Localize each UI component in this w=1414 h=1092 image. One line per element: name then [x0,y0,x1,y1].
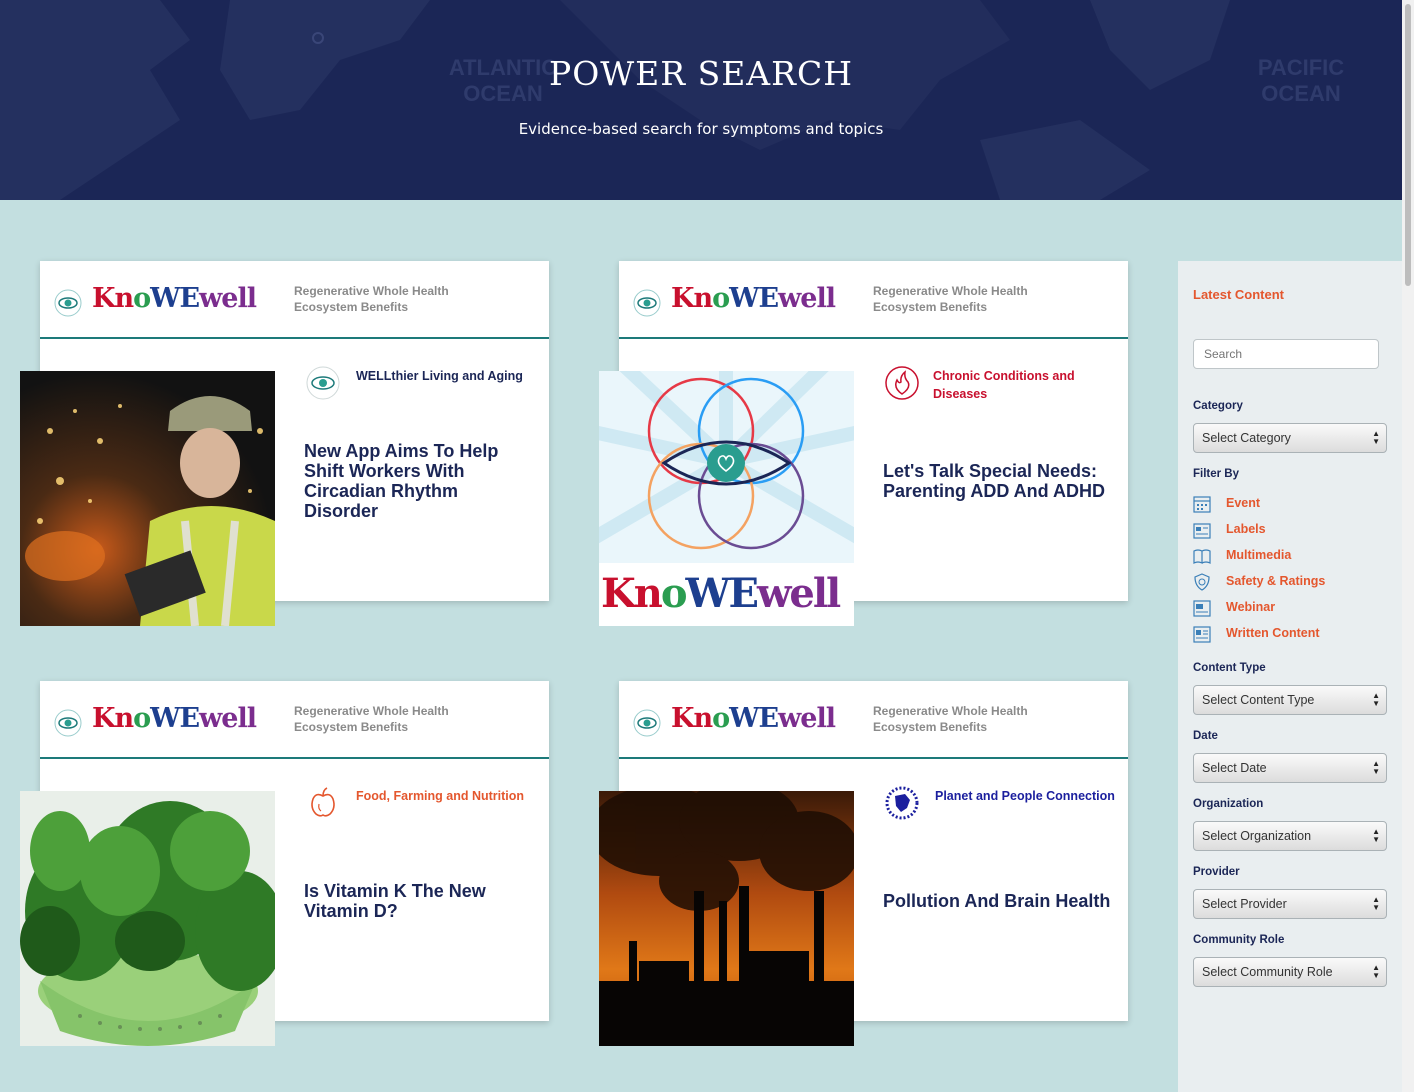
apple-icon [311,787,335,817]
wellness-eye-icon [306,366,340,400]
card-title[interactable]: New App Aims To Help Shift Workers With … [304,441,519,521]
leafy-greens-photo[interactable] [20,791,275,1046]
category-label[interactable]: Chronic Conditions and Diseases [933,367,1103,403]
community-role-label: Community Role [1193,934,1285,946]
hero-banner: ATLANTIC OCEAN PACIFIC OCEAN POWER SEARC… [0,0,1402,200]
select-arrows-icon: ▲ ▼ [1372,827,1380,844]
book-icon [1193,549,1211,564]
content-type-label: Content Type [1193,662,1266,674]
card-title[interactable]: Is Vitamin K The New Vitamin D? [304,881,519,921]
select-arrows-icon: ▲ ▼ [1372,963,1380,980]
date-label: Date [1193,730,1218,742]
community-role-select[interactable]: Select Community Role ▲ ▼ [1193,957,1387,987]
category-label[interactable]: Food, Farming and Nutrition [356,787,546,805]
provider-label: Provider [1193,866,1240,878]
date-select[interactable]: Select Date ▲ ▼ [1193,753,1387,783]
filter-multimedia[interactable]: Multimedia [1193,547,1393,565]
calendar-icon [1193,496,1211,513]
document-icon [1193,626,1211,643]
sidebar-heading: Latest Content [1193,287,1284,302]
planet-people-icon [885,786,919,820]
filter-sidebar: Latest Content Category Select Category▲… [1178,261,1402,1092]
knowewell-logo: KnoWEwell [631,703,836,737]
webinar-icon [1193,600,1211,617]
knowewell-logo-rings[interactable]: KnoWEwell [599,371,854,626]
filter-labels[interactable]: Labels [1193,521,1393,539]
flame-circle-icon [885,366,919,400]
ecosystem-label: Regenerative Whole Health Ecosystem Bene… [294,284,449,314]
category-select[interactable]: Select Category ▲ ▼ [1193,423,1387,453]
content-type-select[interactable]: Select Content Type ▲ ▼ [1193,685,1387,715]
card-header: KnoWEwell Regenerative Whole Health Ecos… [619,681,1128,759]
provider-select[interactable]: Select Provider ▲ ▼ [1193,889,1387,919]
ecosystem-label: Regenerative Whole Health Ecosystem Bene… [294,704,449,734]
knowewell-orb-icon [633,289,661,317]
labels-icon [1193,523,1211,539]
knowewell-orb-icon [54,709,82,737]
search-input[interactable] [1193,339,1379,369]
filter-by-label: Filter By [1193,468,1240,480]
category-label: Category [1193,400,1243,412]
filter-written-content[interactable]: Written Content [1193,625,1393,643]
card-title[interactable]: Pollution And Brain Health [883,891,1123,911]
knowewell-wordmark: KnoWEwell [92,703,257,734]
ecosystem-label: Regenerative Whole Health Ecosystem Bene… [873,704,1028,734]
filter-safety-ratings[interactable]: Safety & Ratings [1193,573,1393,591]
card-title[interactable]: Let's Talk Special Needs: Parenting ADD … [883,461,1118,501]
category-label[interactable]: Planet and People Connection [935,787,1125,805]
organization-label: Organization [1193,798,1264,810]
worker-with-tablet-photo[interactable] [20,371,275,626]
world-map-background: ATLANTIC OCEAN PACIFIC OCEAN [0,0,1344,200]
select-arrows-icon: ▲ ▼ [1372,429,1380,446]
select-arrows-icon: ▲ ▼ [1372,895,1380,912]
filter-event[interactable]: Event [1193,495,1393,513]
select-arrows-icon: ▲ ▼ [1372,691,1380,708]
knowewell-logo: KnoWEwell [52,283,257,317]
smokestacks-photo[interactable] [599,791,854,1046]
category-label[interactable]: WELLthier Living and Aging [356,367,536,385]
filter-webinar[interactable]: Webinar [1193,599,1393,617]
page-subtitle: Evidence-based search for symptoms and t… [518,120,884,138]
scrollbar-thumb[interactable] [1405,4,1411,286]
svg-text:KnoWEwell: KnoWEwell [601,570,841,617]
card-header: KnoWEwell Regenerative Whole Health Ecos… [40,681,549,759]
ecosystem-label: Regenerative Whole Health Ecosystem Bene… [873,284,1028,314]
knowewell-wordmark: KnoWEwell [92,283,257,314]
knowewell-orb-icon [54,289,82,317]
card-header: KnoWEwell Regenerative Whole Health Ecos… [40,261,549,339]
page-title: POWER SEARCH [548,54,853,93]
knowewell-logo: KnoWEwell [52,703,257,737]
knowewell-wordmark: KnoWEwell [671,703,836,734]
organization-select[interactable]: Select Organization ▲ ▼ [1193,821,1387,851]
knowewell-logo: KnoWEwell [631,283,836,317]
select-arrows-icon: ▲ ▼ [1372,759,1380,776]
shield-icon [1194,573,1210,591]
knowewell-orb-icon [633,709,661,737]
knowewell-wordmark: KnoWEwell [671,283,836,314]
card-header: KnoWEwell Regenerative Whole Health Ecos… [619,261,1128,339]
page-scrollbar[interactable] [1402,0,1414,1092]
